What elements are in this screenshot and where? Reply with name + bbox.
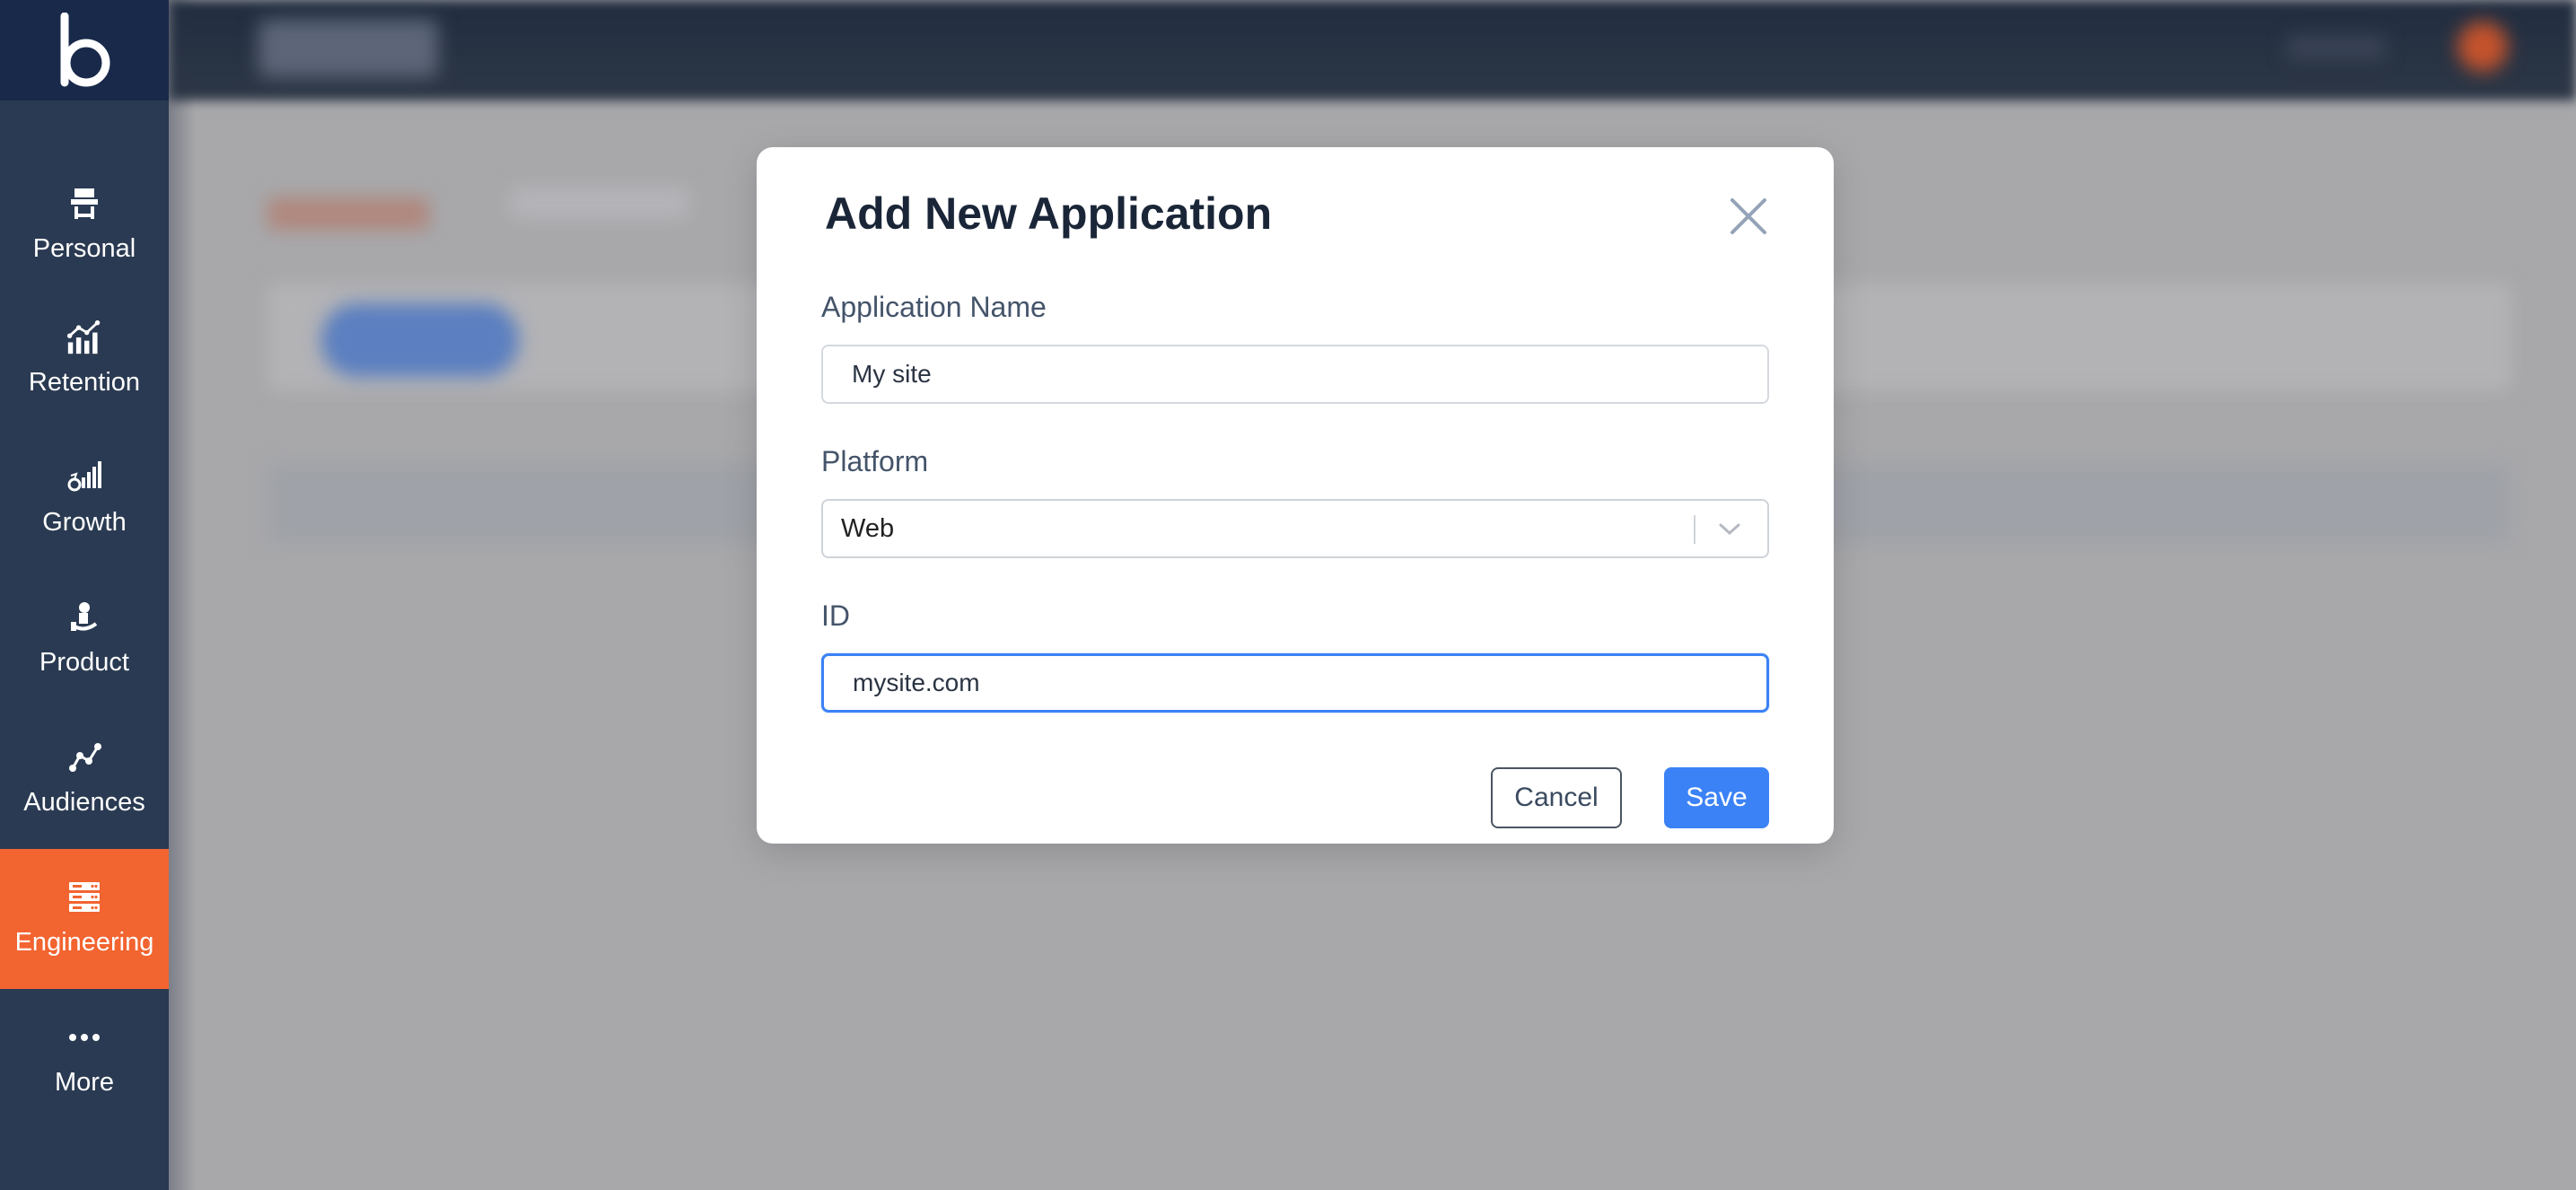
platform-label: Platform bbox=[821, 445, 929, 477]
background-avatar bbox=[2458, 22, 2508, 72]
id-input[interactable] bbox=[821, 653, 1769, 713]
sidebar-item-audiences[interactable]: Audiences bbox=[0, 709, 169, 849]
close-button[interactable] bbox=[1726, 194, 1771, 239]
background-topbar bbox=[169, 0, 2576, 101]
id-label: ID bbox=[821, 599, 850, 632]
engineering-server-icon bbox=[66, 879, 102, 915]
sidebar-shadow bbox=[169, 0, 196, 1190]
close-icon bbox=[1730, 198, 1766, 234]
sidebar-item-label: Growth bbox=[42, 508, 127, 537]
growth-icon bbox=[66, 459, 102, 495]
personal-icon bbox=[66, 186, 102, 222]
sidebar-item-growth[interactable]: Growth bbox=[0, 429, 169, 569]
sidebar-item-label: Audiences bbox=[23, 788, 145, 817]
select-separator bbox=[1694, 515, 1695, 544]
sidebar-item-label: Product bbox=[39, 648, 129, 677]
sidebar-item-personal[interactable]: Personal bbox=[0, 158, 169, 293]
sidebar-item-retention[interactable]: Retention bbox=[0, 289, 169, 429]
application-name-input[interactable] bbox=[821, 345, 1769, 404]
sidebar-item-engineering[interactable]: Engineering bbox=[0, 849, 169, 989]
background-primary-button bbox=[321, 303, 519, 377]
audiences-icon bbox=[66, 739, 102, 775]
platform-selected-value: Web bbox=[841, 514, 895, 543]
sidebar-item-label: Retention bbox=[28, 368, 141, 397]
sidebar: Personal Retention Growth Product Audien… bbox=[0, 0, 169, 1190]
sidebar-item-label: Engineering bbox=[14, 928, 154, 957]
sidebar-item-label: More bbox=[54, 1068, 115, 1097]
sidebar-item-product[interactable]: Product bbox=[0, 569, 169, 709]
logo-b-icon bbox=[60, 13, 110, 87]
platform-select[interactable]: Web bbox=[821, 499, 1769, 558]
product-icon bbox=[66, 599, 102, 635]
chevron-down-icon[interactable] bbox=[1712, 513, 1748, 546]
more-dots-icon bbox=[66, 1019, 102, 1055]
background-search-bar bbox=[258, 20, 438, 77]
add-application-modal: Add New Application Application Name Pla… bbox=[757, 147, 1834, 844]
background-tab bbox=[510, 187, 689, 219]
application-name-label: Application Name bbox=[821, 291, 1047, 323]
logo[interactable] bbox=[0, 0, 169, 101]
sidebar-item-more[interactable]: More bbox=[0, 989, 169, 1129]
modal-title: Add New Application bbox=[825, 188, 1273, 239]
background-tab-active bbox=[267, 197, 429, 230]
sidebar-item-label: Personal bbox=[32, 234, 136, 263]
cancel-button[interactable]: Cancel bbox=[1491, 767, 1622, 828]
save-button[interactable]: Save bbox=[1664, 767, 1769, 828]
background-topbar-item bbox=[2287, 36, 2386, 59]
retention-chart-icon bbox=[66, 319, 102, 355]
